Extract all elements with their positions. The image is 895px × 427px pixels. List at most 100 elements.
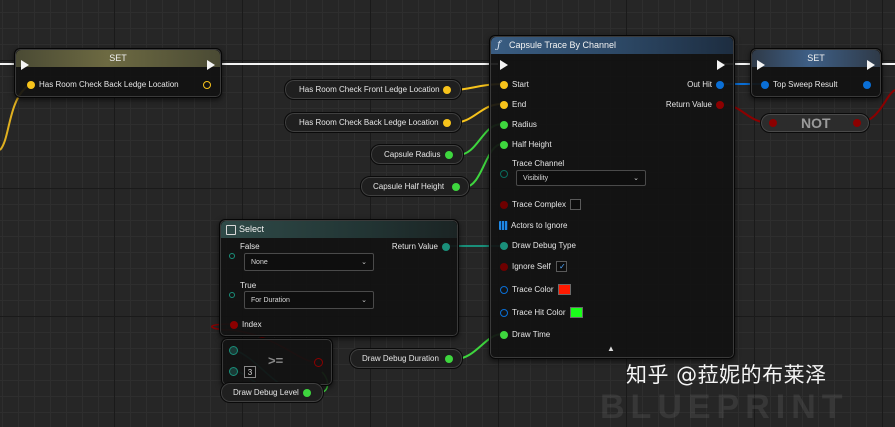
select-header: Select — [221, 221, 457, 238]
trace-channel-pin[interactable] — [500, 170, 508, 178]
false-dropdown[interactable]: None ⌄ — [244, 253, 374, 271]
checkmark-icon: ✓ — [559, 262, 566, 271]
set-node-header: SET — [752, 50, 880, 67]
compare-a-pin[interactable] — [229, 346, 238, 355]
trace-channel-label: Trace Channel — [512, 159, 565, 168]
struct-out-pin[interactable] — [863, 81, 871, 89]
var-capsule-half-height[interactable]: Capsule Half Height — [360, 176, 470, 197]
operator-label: >= — [268, 353, 284, 368]
var-draw-debug-duration-label: Draw Debug Duration — [362, 354, 439, 363]
exec-in-pin[interactable] — [21, 60, 29, 70]
var-front-ledge-label: Has Room Check Front Ledge Location — [299, 85, 440, 94]
set-node-header: SET — [16, 50, 220, 67]
collapse-arrow-icon[interactable]: ▲ — [607, 344, 615, 353]
return-value-label: Return Value — [665, 100, 712, 109]
true-label: True — [240, 281, 257, 290]
bool-out-pin[interactable] — [853, 119, 861, 127]
var-draw-debug-duration[interactable]: Draw Debug Duration — [349, 348, 463, 369]
chevron-down-icon: ⌄ — [361, 259, 367, 266]
ignore-self-label: Ignore Self — [512, 262, 551, 271]
bool-out-pin[interactable] — [203, 81, 211, 89]
out-hit-label: Out Hit — [687, 80, 712, 89]
select-icon — [226, 225, 236, 235]
end-label: End — [512, 100, 527, 109]
start-label: Start — [512, 80, 529, 89]
return-value-label: Return Value — [391, 242, 438, 251]
set-pin-label: Top Sweep Result — [773, 80, 838, 89]
not-label: NOT — [801, 115, 831, 131]
trace-complex-label: Trace Complex — [512, 200, 566, 209]
float-out-pin[interactable] — [303, 389, 311, 397]
set-node-right[interactable]: SET Top Sweep Result — [750, 48, 882, 98]
var-capsule-radius[interactable]: Capsule Radius — [370, 144, 464, 165]
radius-label: Radius — [512, 120, 537, 129]
true-dropdown[interactable]: For Duration ⌄ — [244, 291, 374, 309]
trace-hit-color-swatch[interactable] — [570, 307, 583, 318]
bool-in-pin[interactable] — [27, 81, 35, 89]
var-capsule-radius-label: Capsule Radius — [384, 150, 441, 159]
trace-color-pin[interactable] — [500, 286, 508, 294]
radius-pin[interactable] — [500, 121, 508, 129]
chevron-down-icon: ⌄ — [361, 297, 367, 304]
struct-in-pin[interactable] — [761, 81, 769, 89]
return-value-pin[interactable] — [716, 101, 724, 109]
float-out-pin[interactable] — [445, 355, 453, 363]
draw-time-pin[interactable] — [500, 331, 508, 339]
compare-value-box[interactable]: 3 — [244, 366, 256, 378]
var-draw-debug-level-label: Draw Debug Level — [233, 388, 299, 397]
exec-out-pin[interactable] — [867, 60, 875, 70]
var-back-ledge[interactable]: Has Room Check Back Ledge Location — [284, 112, 462, 133]
draw-time-label: Draw Time — [512, 330, 551, 339]
trace-hit-color-pin[interactable] — [500, 309, 508, 317]
float-out-pin[interactable] — [452, 183, 460, 191]
capsule-trace-header: ƒ Capsule Trace By Channel — [491, 37, 733, 54]
float-out-pin[interactable] — [445, 151, 453, 159]
select-node[interactable]: Select False None ⌄ True For Duration ⌄ … — [219, 219, 459, 337]
select-title: Select — [239, 224, 265, 234]
trace-complex-pin[interactable] — [500, 201, 508, 209]
function-icon: ƒ — [497, 40, 501, 51]
ignore-self-pin[interactable] — [500, 263, 508, 271]
exec-out-pin[interactable] — [717, 60, 725, 70]
compare-b-pin[interactable] — [229, 367, 238, 376]
compare-node[interactable]: 3 >= — [221, 338, 333, 386]
set-node-left[interactable]: SET Has Room Check Back Ledge Location — [14, 48, 222, 98]
var-front-ledge[interactable]: Has Room Check Front Ledge Location — [284, 79, 462, 100]
trace-hit-color-label: Trace Hit Color — [512, 308, 566, 317]
not-node[interactable]: NOT — [760, 113, 870, 133]
half-height-pin[interactable] — [500, 141, 508, 149]
vector-out-pin[interactable] — [443, 86, 451, 94]
vector-out-pin[interactable] — [443, 119, 451, 127]
out-hit-pin[interactable] — [716, 81, 724, 89]
ignore-self-checkbox[interactable]: ✓ — [556, 261, 567, 272]
start-pin[interactable] — [500, 81, 508, 89]
actors-ignore-pin[interactable] — [499, 221, 508, 230]
compare-out-pin[interactable] — [314, 358, 323, 367]
index-label: Index — [242, 320, 262, 329]
false-label: False — [240, 242, 260, 251]
half-height-label: Half Height — [512, 140, 552, 149]
draw-debug-type-label: Draw Debug Type — [512, 241, 576, 250]
chevron-down-icon: ⌄ — [633, 175, 639, 182]
end-pin[interactable] — [500, 101, 508, 109]
return-value-pin[interactable] — [442, 243, 450, 251]
trace-complex-checkbox[interactable] — [570, 199, 581, 210]
false-value: None — [251, 259, 268, 266]
actors-ignore-label: Actors to Ignore — [511, 221, 568, 230]
bool-in-pin[interactable] — [769, 119, 777, 127]
trace-channel-dropdown[interactable]: Visibility ⌄ — [516, 170, 646, 186]
exec-in-pin[interactable] — [500, 60, 508, 70]
true-pin[interactable] — [229, 292, 235, 298]
draw-debug-type-pin[interactable] — [500, 242, 508, 250]
index-pin[interactable] — [230, 321, 238, 329]
trace-color-label: Trace Color — [512, 285, 554, 294]
zhihu-watermark: 知乎 @菈妮的布莱泽 — [626, 363, 827, 387]
capsule-trace-node[interactable]: ƒ Capsule Trace By Channel Start End Rad… — [489, 35, 735, 359]
var-draw-debug-level[interactable]: Draw Debug Level — [220, 382, 324, 403]
false-pin[interactable] — [229, 253, 235, 259]
trace-color-swatch[interactable] — [558, 284, 571, 295]
exec-in-pin[interactable] — [757, 60, 765, 70]
exec-out-pin[interactable] — [207, 60, 215, 70]
var-back-ledge-label: Has Room Check Back Ledge Location — [299, 118, 439, 127]
blueprint-watermark: BLUEPRINT — [600, 388, 849, 426]
